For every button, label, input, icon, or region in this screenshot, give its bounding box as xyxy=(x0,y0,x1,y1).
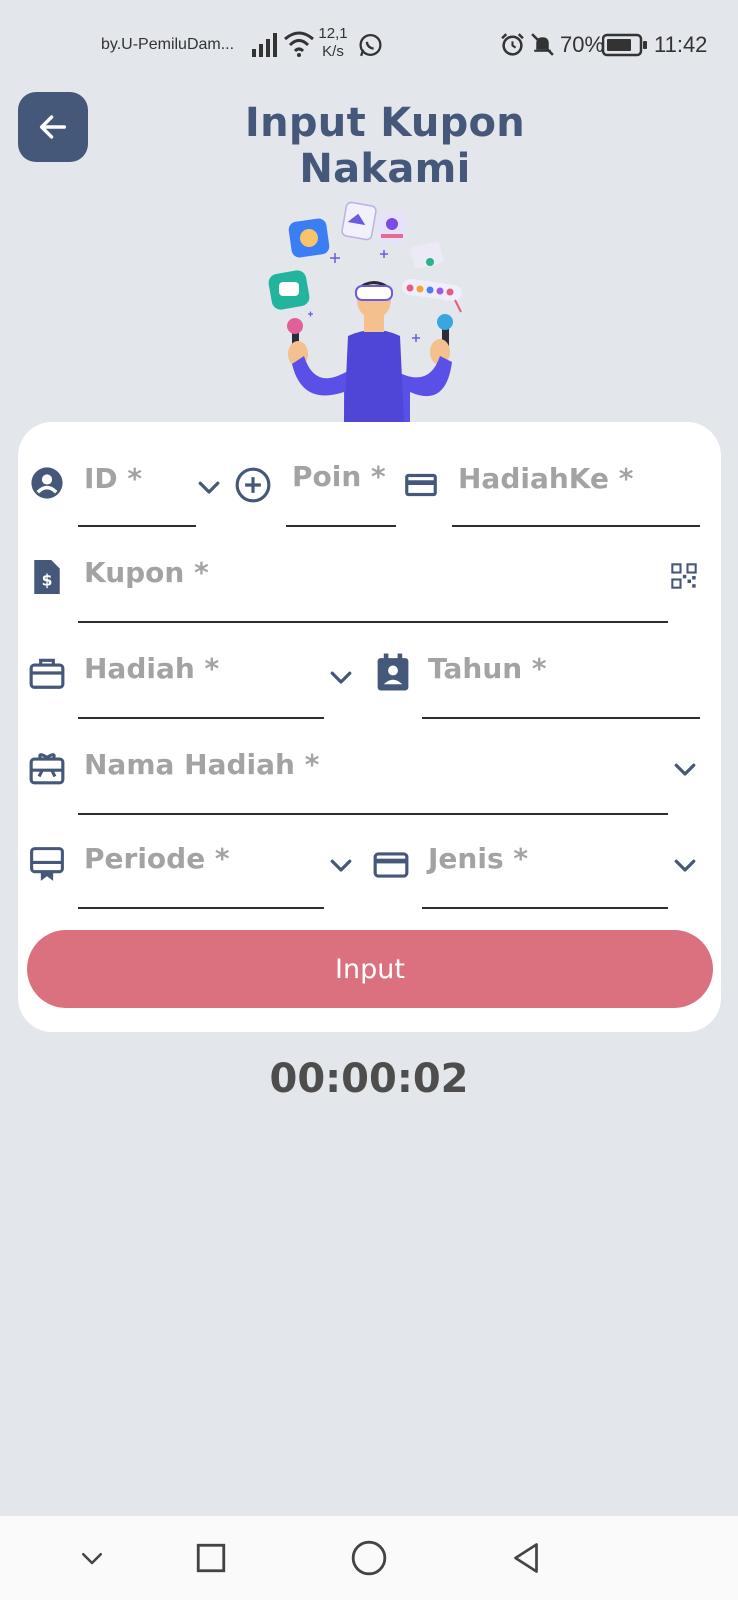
form-card: ID * Poin * HadiahKe * $ Kupon * Hadiah … xyxy=(18,422,721,1032)
chevron-down-icon[interactable] xyxy=(326,850,356,880)
chevron-down-icon[interactable] xyxy=(194,472,224,502)
system-nav-bar xyxy=(0,1516,738,1600)
kupon-placeholder: Kupon * xyxy=(84,556,209,589)
nama-hadiah-field[interactable]: Nama Hadiah * xyxy=(18,730,721,820)
signal-icon xyxy=(252,33,277,57)
jenis-placeholder: Jenis * xyxy=(428,842,528,875)
whatsapp-icon xyxy=(359,33,382,57)
chevron-down-icon xyxy=(82,1553,102,1565)
gift-card-icon xyxy=(29,753,65,785)
timer-display: 00:00:02 xyxy=(269,1056,469,1102)
hadiahke-placeholder: HadiahKe * xyxy=(458,462,634,495)
nav-home-button[interactable] xyxy=(341,1530,397,1586)
page-title: Input Kupon Nakami xyxy=(244,100,526,192)
clock: 11:42 xyxy=(654,32,708,57)
tahun-placeholder: Tahun * xyxy=(428,652,547,685)
hadiah-field[interactable]: Hadiah * xyxy=(18,634,368,724)
bell-muted-icon xyxy=(531,33,554,56)
alarm-icon xyxy=(501,33,524,56)
card-membership-icon xyxy=(30,847,64,881)
id-underline xyxy=(78,525,196,527)
chevron-down-icon[interactable] xyxy=(326,662,356,692)
plus-circle-icon xyxy=(235,467,271,503)
credit-card-icon xyxy=(373,852,409,878)
id-field[interactable]: ID * xyxy=(18,442,228,532)
nama-hadiah-underline xyxy=(78,813,668,815)
poin-field[interactable]: Poin * xyxy=(230,442,400,532)
jenis-field[interactable]: Jenis * xyxy=(368,826,718,916)
carrier-text: by.U-PemiluDam... xyxy=(101,36,235,53)
hadiahke-field[interactable]: HadiahKe * xyxy=(398,442,718,532)
svg-text:$: $ xyxy=(42,572,53,590)
periode-underline xyxy=(78,907,324,909)
nav-collapse-button[interactable] xyxy=(64,1530,120,1586)
battery-percent: 70% xyxy=(560,32,605,57)
briefcase-icon xyxy=(29,658,65,689)
qr-scan-icon[interactable] xyxy=(670,562,698,590)
circle-icon xyxy=(351,1540,387,1576)
hadiah-placeholder: Hadiah * xyxy=(84,652,220,685)
id-placeholder: ID * xyxy=(84,462,143,495)
hadiah-underline xyxy=(78,717,324,719)
square-icon xyxy=(196,1543,226,1573)
receipt-dollar-icon: $ xyxy=(34,560,60,594)
speed-unit: K/s xyxy=(322,43,344,60)
chevron-down-icon[interactable] xyxy=(670,754,700,784)
calendar-person-icon xyxy=(377,653,409,691)
credit-card-icon xyxy=(405,473,437,497)
hero-illustration xyxy=(268,201,462,422)
speed-value: 12,1 xyxy=(318,25,348,42)
nav-back-button[interactable] xyxy=(498,1530,554,1586)
nama-hadiah-placeholder: Nama Hadiah * xyxy=(84,748,320,781)
periode-placeholder: Periode * xyxy=(84,842,230,875)
poin-underline xyxy=(286,525,396,527)
arrow-left-icon xyxy=(39,115,67,139)
status-bar: by.U-PemiluDam... 12,1 K/s 70% 11:42 xyxy=(0,0,738,92)
network-speed: 12,1 K/s xyxy=(318,25,348,61)
periode-field[interactable]: Periode * xyxy=(18,826,368,916)
account-circle-icon xyxy=(31,467,63,499)
tahun-underline xyxy=(422,717,700,719)
kupon-underline xyxy=(78,621,668,623)
tahun-field[interactable]: Tahun * xyxy=(368,634,718,724)
triangle-back-icon xyxy=(514,1543,538,1573)
battery-icon xyxy=(602,33,647,57)
nav-recents-button[interactable] xyxy=(183,1530,239,1586)
poin-placeholder: Poin * xyxy=(292,460,386,493)
jenis-underline xyxy=(422,907,668,909)
hadiahke-underline xyxy=(452,525,700,527)
chevron-down-icon[interactable] xyxy=(670,850,700,880)
input-button[interactable]: Input xyxy=(27,930,713,1008)
kupon-field[interactable]: $ Kupon * xyxy=(18,538,721,628)
wifi-icon xyxy=(284,31,314,57)
back-button[interactable] xyxy=(18,92,88,162)
